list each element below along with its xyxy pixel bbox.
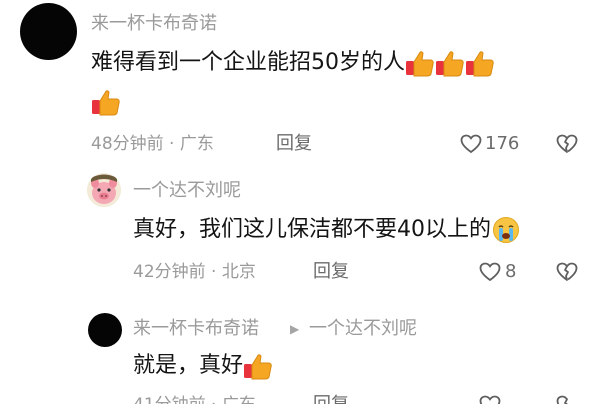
avatar[interactable] bbox=[87, 173, 121, 207]
heart-icon[interactable] bbox=[460, 134, 482, 154]
thumbs-up-icon bbox=[466, 51, 494, 77]
comment-body: 真好，我们这儿保洁都不要40以上的 bbox=[133, 217, 491, 242]
thumbs-up-icon bbox=[244, 354, 272, 380]
comment-username[interactable]: 来一杯卡布奇诺 bbox=[133, 318, 259, 340]
comment-body: 难得看到一个企业能招50岁的人 bbox=[91, 50, 405, 75]
comment-text: 真好，我们这儿保洁都不要40以上的 bbox=[133, 216, 521, 244]
like-count: 176 bbox=[485, 133, 520, 154]
comment-time: 42分钟前 bbox=[133, 262, 206, 282]
comment-time: 48分钟前 bbox=[91, 134, 164, 154]
broken-heart-icon[interactable] bbox=[556, 134, 578, 154]
avatar[interactable] bbox=[88, 313, 122, 347]
thumbs-up-icon bbox=[406, 51, 434, 77]
comment-text-wrap bbox=[91, 88, 121, 116]
comment-meta: 42分钟前 · 北京 bbox=[133, 261, 256, 283]
like-count: 8 bbox=[505, 261, 517, 282]
separator-dot: · bbox=[211, 262, 217, 282]
heart-icon[interactable] bbox=[479, 395, 501, 404]
pig-avatar-icon bbox=[87, 173, 121, 207]
comment-time: 41分钟前 bbox=[133, 395, 206, 404]
separator-dot: · bbox=[211, 395, 216, 404]
crying-face-icon bbox=[493, 217, 519, 243]
heart-icon[interactable] bbox=[479, 262, 501, 282]
comment-location: 广东 bbox=[222, 395, 256, 404]
comment-meta: 41分钟前 · 广东 bbox=[133, 394, 256, 404]
comment-thread: 来一杯卡布奇诺 难得看到一个企业能招50岁的人 48分钟前 · 广东 回复 17… bbox=[0, 0, 605, 404]
comment-body: 就是，真好 bbox=[133, 353, 244, 378]
thumbs-up-icon bbox=[92, 90, 120, 116]
comment-text: 难得看到一个企业能招50岁的人 bbox=[91, 49, 495, 77]
comment-username[interactable]: 一个达不刘呢 bbox=[133, 180, 241, 202]
comment-username[interactable]: 来一杯卡布奇诺 bbox=[91, 13, 217, 35]
separator-dot: · bbox=[169, 134, 175, 154]
comment-text: 就是，真好 bbox=[133, 352, 273, 380]
avatar[interactable] bbox=[20, 3, 77, 60]
comment-location: 北京 bbox=[221, 262, 256, 282]
reply-button[interactable]: 回复 bbox=[313, 261, 349, 283]
reply-target-username[interactable]: 一个达不刘呢 bbox=[309, 318, 417, 340]
comment-location: 广东 bbox=[179, 134, 214, 154]
broken-heart-icon[interactable] bbox=[556, 262, 578, 282]
reply-arrow-icon: ▶ bbox=[290, 322, 300, 336]
thumbs-up-icon bbox=[436, 51, 464, 77]
broken-heart-icon[interactable] bbox=[556, 395, 578, 404]
reply-button[interactable]: 回复 bbox=[276, 133, 312, 155]
reply-button[interactable]: 回复 bbox=[313, 394, 349, 404]
comment-meta: 48分钟前 · 广东 bbox=[91, 133, 214, 155]
